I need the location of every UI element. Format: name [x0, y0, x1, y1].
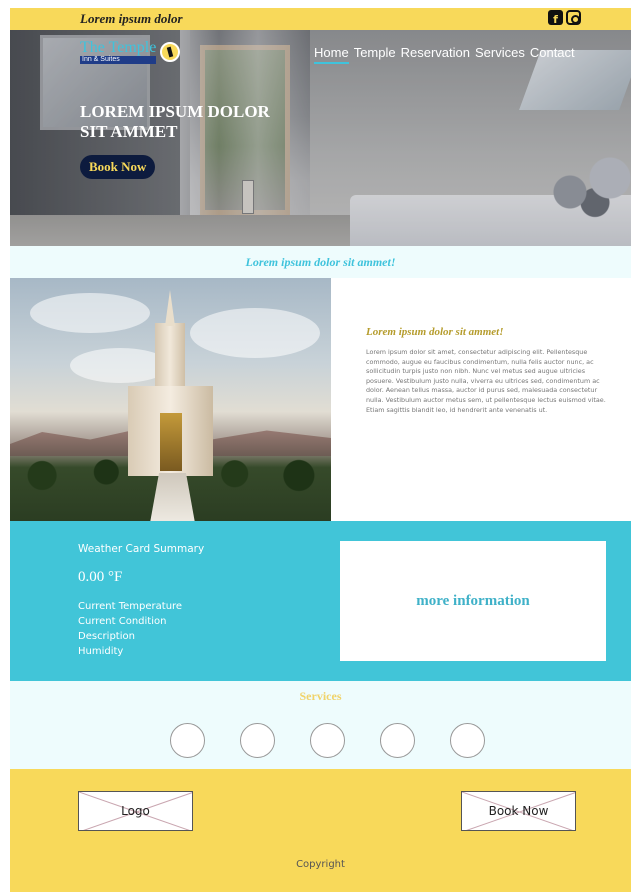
service-item[interactable]: [380, 723, 415, 758]
service-item[interactable]: [240, 723, 275, 758]
main-nav: Home Temple Reservation Services Contact: [314, 45, 575, 64]
footer-book-now-button[interactable]: Book Now: [461, 791, 576, 831]
facebook-icon[interactable]: f: [548, 10, 563, 25]
nav-services[interactable]: Services: [475, 45, 525, 64]
copyright-text: Copyright: [296, 859, 345, 870]
logo-text: The Temple Inn & Suites: [80, 39, 157, 64]
footer-logo-placeholder[interactable]: Logo: [78, 791, 193, 831]
instagram-icon[interactable]: [566, 10, 581, 25]
hero-title: LOREM IPSUM DOLOR SIT AMMET: [80, 102, 270, 142]
feature-text: Lorem ipsum dolor sit ammet! Lorem ipsum…: [331, 278, 631, 521]
tagline: Lorem ipsum dolor sit ammet!: [10, 246, 631, 278]
weather-section: Weather Card Summary 0.00 °F Current Tem…: [10, 521, 631, 681]
top-bar-brand: Lorem ipsum dolor: [80, 11, 183, 26]
weather-field: Current Condition: [78, 616, 167, 627]
footer: Logo Book Now Copyright: [10, 769, 631, 892]
service-item[interactable]: [450, 723, 485, 758]
temple-image: [10, 278, 331, 521]
cloud-shape: [30, 293, 150, 333]
services-list: [170, 723, 485, 758]
footer-book-now-label: Book Now: [488, 804, 549, 818]
nav-reservation[interactable]: Reservation: [401, 45, 470, 64]
nav-home[interactable]: Home: [314, 45, 349, 64]
weather-field: Humidity: [78, 646, 124, 657]
weather-title: Weather Card Summary: [78, 543, 205, 555]
footer-logo-label: Logo: [121, 804, 150, 818]
page: Lorem ipsum dolor f The Temple Inn & Sui…: [10, 8, 631, 892]
feature-heading: Lorem ipsum dolor sit ammet!: [366, 326, 504, 338]
weather-field: Description: [78, 631, 135, 642]
hero-banner: The Temple Inn & Suites Home Temple Rese…: [10, 30, 631, 246]
feature-body: Lorem ipsum dolor sit amet, consectetur …: [366, 348, 606, 414]
services-section: Services: [10, 681, 631, 769]
weather-temperature: 0.00 °F: [78, 569, 123, 585]
services-title: Services: [299, 689, 342, 703]
social-links: f: [548, 10, 581, 25]
site-logo[interactable]: The Temple Inn & Suites: [80, 39, 181, 64]
more-information-link[interactable]: more information: [340, 541, 606, 661]
logo-mark-icon: [160, 42, 181, 62]
temple-spire: [165, 290, 175, 326]
feature-section: Lorem ipsum dolor sit ammet! Lorem ipsum…: [10, 278, 631, 521]
cloud-shape: [190, 308, 320, 358]
book-now-button[interactable]: Book Now: [80, 155, 156, 179]
logo-subtitle: Inn & Suites: [80, 56, 157, 64]
service-item[interactable]: [310, 723, 345, 758]
logo-title: The Temple: [80, 39, 157, 56]
weather-fields: Current Temperature Current Condition De…: [78, 599, 182, 659]
nav-temple[interactable]: Temple: [354, 45, 396, 64]
weather-field: Current Temperature: [78, 601, 183, 612]
top-bar: Lorem ipsum dolor f: [10, 8, 631, 30]
service-item[interactable]: [170, 723, 205, 758]
temple-tower: [155, 323, 185, 388]
nav-contact[interactable]: Contact: [530, 45, 575, 64]
